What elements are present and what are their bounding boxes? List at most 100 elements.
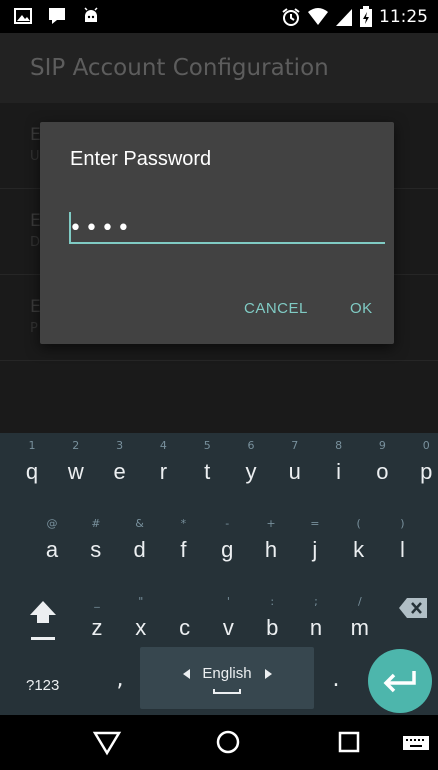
signal-icon [336,9,352,26]
status-time: 11:25 [379,7,428,27]
list-item-subtitle: D [30,235,41,250]
key-y[interactable]: 6y [229,437,273,497]
period-key[interactable]: . [326,667,346,707]
back-icon[interactable] [92,727,122,757]
keyboard-icon[interactable] [402,727,430,757]
key-q[interactable]: 1q [10,437,54,497]
key-n[interactable]: ; n [294,593,338,653]
notification-icon [49,8,65,24]
key-label: t [204,459,211,484]
key-i[interactable]: 8i [317,437,361,497]
wifi-icon [308,8,328,25]
key-k[interactable]: (k [337,515,381,575]
key-hint: = [310,517,320,530]
list-item-subtitle: P [30,321,38,336]
navigation-bar [0,715,438,770]
key-v[interactable]: ' v [206,593,250,653]
ok-button[interactable]: OK [350,300,373,317]
key-hint: 5 [203,439,211,452]
key-hint: ( [356,517,361,530]
key-hint: - [225,517,230,530]
key-hint: 1 [28,439,36,452]
key-label: e [113,459,126,484]
password-dialog: Enter Password CANCEL OK [40,122,394,344]
key-t[interactable]: 5t [185,437,229,497]
key-label: o [376,459,389,484]
key-hint: 3 [116,439,124,452]
alarm-icon [282,8,300,26]
key-hint: 2 [72,439,80,452]
key-p[interactable]: 0p [404,437,438,497]
key-m[interactable]: / m [338,593,382,653]
key-label: c [179,615,191,640]
key-hint: ; [314,595,318,608]
battery-charging-icon [360,6,372,27]
key-hint: 8 [335,439,343,452]
dialog-title: Enter Password [70,148,212,170]
app-bar: SIP Account Configuration [0,33,438,103]
comma-key[interactable]: , [110,667,130,707]
key-j[interactable]: = j [293,515,337,575]
key-hint: 7 [291,439,299,452]
cancel-button[interactable]: CANCEL [244,300,308,317]
key-label: n [309,615,323,640]
key-hint: & [135,517,144,530]
soft-keyboard: 1q2w3e4r5t6y7u8i9o0p @ a # s & d * f - g + h = j(k) l … [0,433,438,715]
key-f[interactable]: * f [161,515,205,575]
key-x[interactable]: " x [119,593,163,653]
screen: 11:25 SIP Account Configuration E U E D … [0,0,438,770]
key-w[interactable]: 2w [54,437,98,497]
key-g[interactable]: -g [205,515,249,575]
key-label: a [45,537,59,562]
shift-icon[interactable] [28,597,58,645]
key-l[interactable]: ) l [380,515,424,575]
backspace-icon[interactable] [398,597,428,619]
key-h[interactable]: + h [249,515,293,575]
key-hint: 9 [378,439,386,452]
key-hint: : [270,595,275,608]
key-r[interactable]: 4r [141,437,185,497]
key-hint: " [138,595,144,608]
status-bar: 11:25 [0,0,438,33]
status-icons-left [14,7,100,25]
key-a[interactable]: @ a [30,515,74,575]
key-label: i [336,459,342,484]
key-hint: + [266,517,276,530]
android-icon [84,7,98,22]
key-e[interactable]: 3e [98,437,142,497]
key-label: m [350,615,369,640]
arrow-right-icon [265,669,272,679]
enter-button[interactable] [368,649,432,713]
key-hint: 0 [422,439,430,452]
key-label: k [353,537,365,562]
home-icon[interactable] [213,727,243,757]
space-glyph [213,689,241,694]
key-hint: / [357,595,362,608]
image-icon [14,8,32,24]
key-hint: 4 [159,439,167,452]
status-icons-right: 11:25 [281,6,428,28]
password-underline [69,242,385,244]
space-key[interactable]: English [140,647,314,709]
key-hint: _ [94,595,100,608]
key-o[interactable]: 9o [360,437,404,497]
enter-icon [383,671,416,693]
key-hint: ' [226,595,230,608]
app-title: SIP Account Configuration [30,55,329,81]
key-c[interactable]: c [163,593,207,653]
recents-icon[interactable] [334,727,364,757]
key-label: l [399,537,405,562]
password-field[interactable] [69,210,385,246]
key-d[interactable]: & d [118,515,162,575]
key-s[interactable]: # s [74,515,118,575]
language-label: English [202,665,252,682]
key-label: u [288,459,301,484]
key-label: w [67,459,84,484]
key-hint: * [180,517,187,530]
key-z[interactable]: _ z [75,593,119,653]
key-hint: @ [46,517,58,530]
key-b[interactable]: :b [250,593,294,653]
key-u[interactable]: 7u [273,437,317,497]
key-label: h [264,537,278,562]
symbols-key[interactable]: ?123 [26,677,59,694]
